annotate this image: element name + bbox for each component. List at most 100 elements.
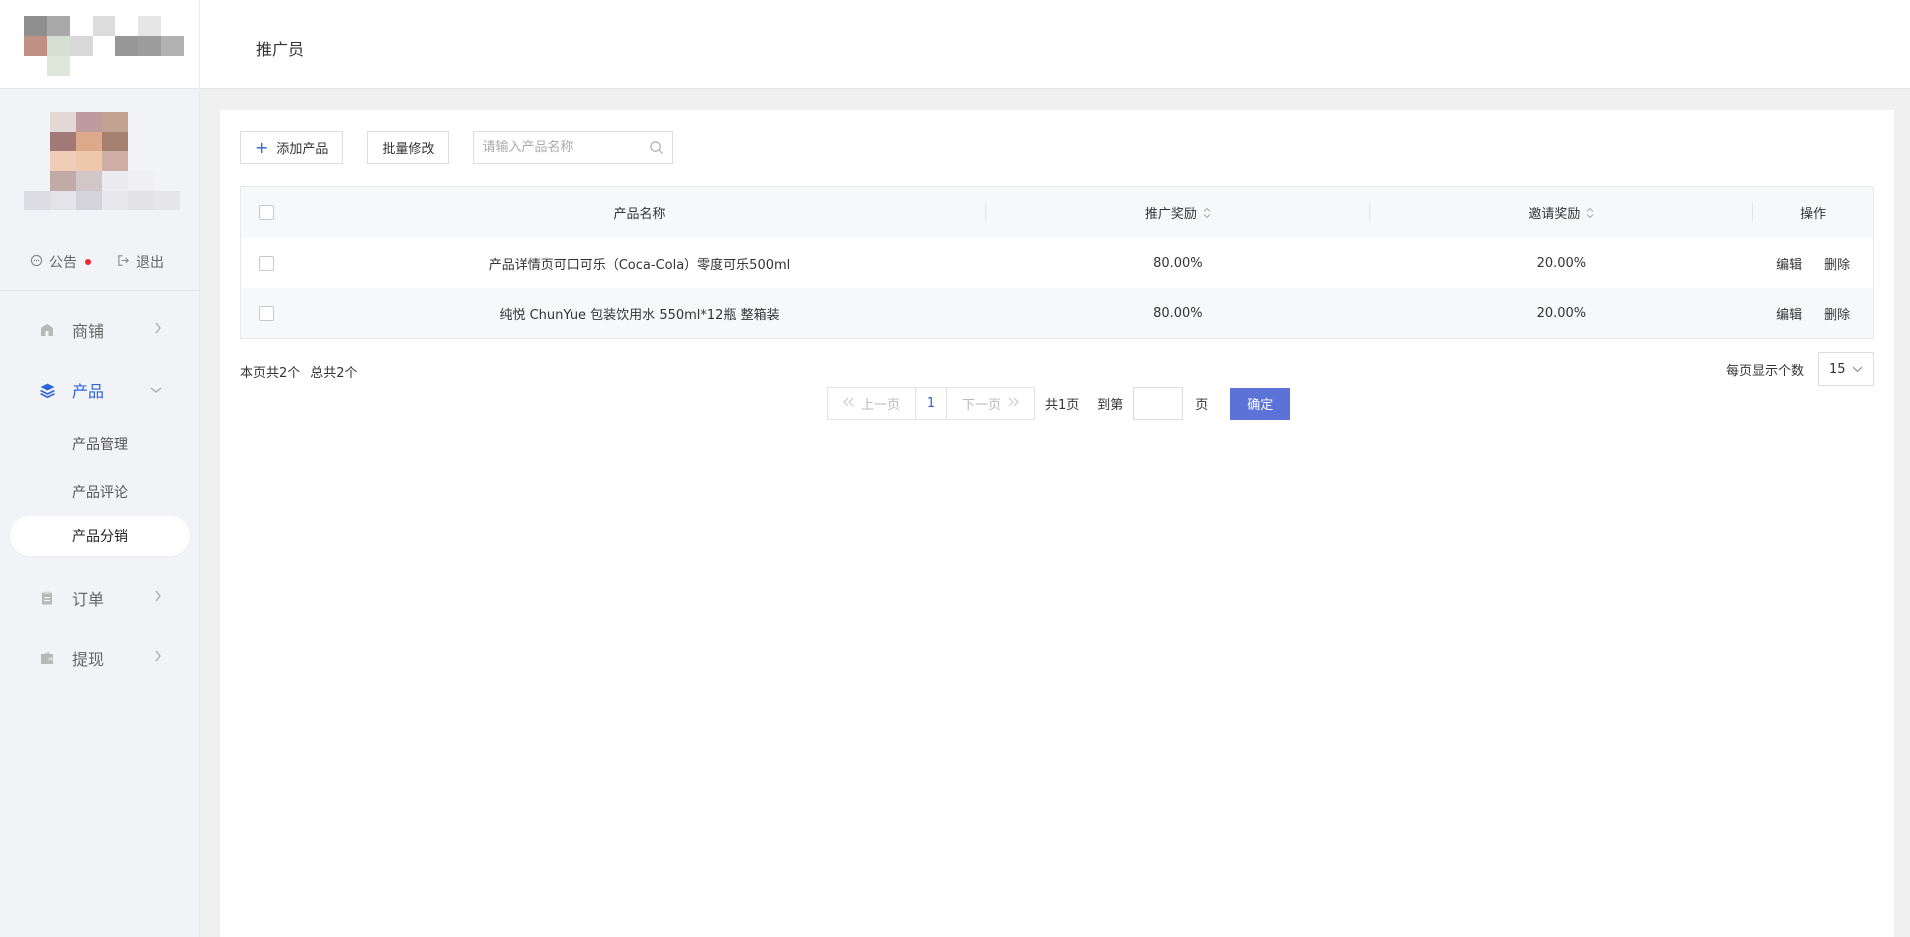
row-checkbox[interactable] (259, 305, 275, 321)
sidebar-item-label: 产品 (72, 382, 105, 401)
chevron-right-icon (154, 650, 162, 666)
sidebar-item-orders[interactable]: 订单 (0, 568, 200, 628)
plus-icon: + (255, 138, 269, 157)
column-header-label: 推广奖励 (1144, 207, 1197, 222)
double-chevron-left-icon (843, 396, 855, 411)
prev-page-button[interactable]: 上一页 (827, 387, 915, 420)
prev-page-label: 上一页 (860, 398, 900, 413)
next-page-button[interactable]: 下一页 (947, 387, 1035, 420)
table-summary: 本页共2个 总共2个 (240, 362, 358, 381)
layers-icon (38, 381, 56, 399)
sidebar-subitem-product-reviews[interactable]: 产品评论 (0, 468, 200, 516)
column-header-invite[interactable]: 邀请奖励 (1370, 187, 1754, 238)
shop-icon (38, 321, 56, 339)
goto-page-input[interactable] (1133, 387, 1184, 420)
sort-icon[interactable] (1586, 207, 1594, 219)
sidebar-item-label: 提现 (72, 650, 105, 669)
toolbar: + 添加产品 批量修改 (240, 131, 674, 164)
search-input[interactable] (482, 140, 643, 155)
batch-edit-button[interactable]: 批量修改 (367, 131, 450, 164)
user-actions: 公告 退出 (30, 252, 164, 272)
per-page-select[interactable]: 15 (1818, 352, 1874, 386)
page-unit-label: 页 (1195, 398, 1209, 413)
sidebar-item-label: 订单 (72, 590, 105, 609)
sidebar-subitem-label: 产品评论 (72, 485, 128, 501)
wallet-icon (38, 649, 56, 667)
sidebar-divider (0, 290, 200, 291)
column-header-name: 产品名称 (293, 187, 987, 238)
sidebar-item-withdraw[interactable]: 提现 (0, 628, 200, 688)
actions-cell: 编辑 删除 (1753, 238, 1873, 288)
logout-label: 退出 (136, 255, 164, 271)
sidebar-item-label: 商铺 (72, 322, 105, 341)
chevron-right-icon (154, 590, 162, 606)
sort-icon[interactable] (1203, 207, 1211, 219)
edit-link[interactable]: 编辑 (1776, 304, 1802, 323)
sidebar-subitem-label: 产品管理 (72, 437, 128, 453)
row-check-cell (241, 238, 293, 288)
actions-cell: 编辑 删除 (1753, 288, 1873, 338)
sidebar-subitem-product-management[interactable]: 产品管理 (0, 420, 200, 468)
search-box (473, 131, 674, 164)
pagination: 上一页 1 下一页 共1页 到第 页 确定 (827, 387, 1291, 420)
column-header-actions: 操作 (1753, 187, 1873, 238)
table-header-row: 产品名称 推广奖励 邀请奖励 操作 (241, 187, 1873, 238)
page-header: 推广员 (200, 0, 1910, 89)
confirm-button[interactable]: 确定 (1230, 387, 1291, 420)
invite-reward-cell: 20.00% (1536, 255, 1587, 271)
delete-link[interactable]: 删除 (1824, 254, 1850, 273)
per-page-control: 每页显示个数 15 (1726, 352, 1874, 386)
chevron-right-icon (154, 322, 162, 338)
row-check-cell (241, 288, 293, 338)
table-row: 产品详情页可口可乐（Coca-Cola）零度可乐500ml 80.00% 20.… (241, 238, 1873, 288)
row-checkbox[interactable] (259, 255, 275, 271)
invite-reward-cell: 20.00% (1536, 305, 1587, 321)
select-all-checkbox[interactable] (259, 205, 275, 220)
sidebar-subitem-label: 产品分销 (72, 529, 128, 545)
sidebar-item-product[interactable]: 产品 (0, 360, 200, 420)
logo (24, 16, 184, 76)
total-count-text: 总共2个 (310, 366, 358, 381)
column-header-label: 产品名称 (613, 207, 666, 222)
product-name-cell: 产品详情页可口可乐（Coca-Cola）零度可乐500ml (488, 257, 791, 273)
batch-edit-label: 批量修改 (382, 142, 435, 157)
announcement-button[interactable]: 公告 (30, 252, 91, 272)
column-header-label: 操作 (1800, 207, 1827, 222)
page-count-text: 本页共2个 (240, 366, 301, 381)
logo-area (0, 0, 199, 89)
per-page-value: 15 (1829, 361, 1846, 377)
avatar (24, 112, 180, 230)
sidebar-nav: 商铺 产品 产品管理 产品评论 产品分销 订单 提现 (0, 300, 200, 688)
chevron-down-icon (150, 382, 162, 398)
total-pages-text: 共1页 (1045, 398, 1080, 413)
search-icon[interactable] (649, 140, 664, 159)
promo-reward-cell: 80.00% (1153, 305, 1203, 321)
edit-link[interactable]: 编辑 (1776, 254, 1802, 273)
double-chevron-right-icon (1007, 396, 1019, 411)
main-card: + 添加产品 批量修改 产品名称 推广奖励 (220, 110, 1894, 937)
chevron-down-icon (1852, 362, 1863, 377)
select-all-cell (241, 187, 293, 238)
promo-reward-cell: 80.00% (1153, 255, 1203, 271)
sidebar: 公告 退出 商铺 产品 产品管理 产品评论 产品分销 订单 提现 (0, 0, 200, 937)
clipboard-icon (38, 589, 56, 607)
delete-link[interactable]: 删除 (1824, 304, 1850, 323)
table-row: 纯悦 ChunYue 包装饮用水 550ml*12瓶 整箱装 80.00% 20… (241, 288, 1873, 338)
column-header-label: 邀请奖励 (1528, 207, 1581, 222)
add-product-button[interactable]: + 添加产品 (240, 131, 344, 164)
sidebar-subitem-product-distribution[interactable]: 产品分销 (10, 516, 190, 556)
per-page-label: 每页显示个数 (1725, 363, 1804, 379)
page-title: 推广员 (256, 40, 305, 59)
logout-icon (117, 254, 130, 271)
product-table: 产品名称 推广奖励 邀请奖励 操作 产品详情页可口可乐（Coca-Cola）零度… (240, 186, 1874, 339)
page-number-button[interactable]: 1 (915, 387, 947, 420)
sidebar-item-shop[interactable]: 商铺 (0, 300, 200, 360)
logout-button[interactable]: 退出 (117, 252, 164, 272)
column-header-promo[interactable]: 推广奖励 (986, 187, 1370, 238)
product-name-cell: 纯悦 ChunYue 包装饮用水 550ml*12瓶 整箱装 (499, 307, 780, 323)
add-product-label: 添加产品 (276, 142, 329, 157)
announcement-label: 公告 (49, 255, 77, 271)
chat-bubble-icon (30, 254, 43, 271)
notification-badge (85, 259, 91, 265)
